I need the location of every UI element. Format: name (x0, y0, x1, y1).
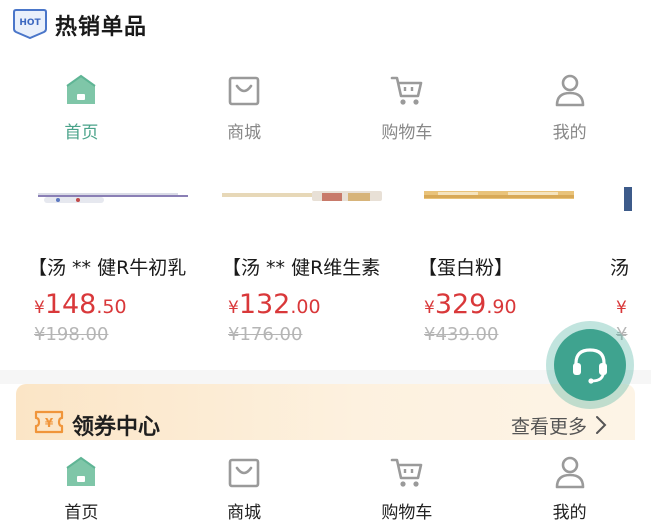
home-icon (66, 456, 96, 486)
product-name: 【蛋白粉】 (418, 257, 514, 279)
tab-label: 首页 (64, 503, 99, 523)
coupon-title: 领券中心 (72, 415, 161, 440)
tab-profile[interactable]: 我的 (488, 60, 651, 145)
product-price: ¥ (616, 298, 627, 318)
product-name: 汤 (610, 257, 630, 279)
tab-label: 商城 (227, 503, 262, 523)
product-image (418, 165, 578, 215)
top-tab-bar: 首页 商城 购物车 我的 (0, 60, 651, 145)
product-original-price: ¥176.00 (228, 324, 303, 345)
product-image (28, 165, 188, 215)
tab-label: 我的 (552, 503, 587, 523)
shopping-bag-icon (228, 458, 260, 488)
view-more-link[interactable]: 查看更多 (511, 412, 607, 439)
shopping-bag-icon (228, 76, 260, 106)
tab-label: 首页 (64, 123, 99, 143)
product-original-price: ¥198.00 (34, 324, 109, 345)
home-icon (66, 74, 96, 104)
svg-text:HOT: HOT (19, 18, 41, 28)
headset-icon (573, 348, 607, 384)
tab-label: 我的 (552, 123, 587, 143)
tab-cart[interactable]: 购物车 (326, 60, 489, 145)
svg-text:¥: ¥ (45, 416, 54, 430)
tab-label: 购物车 (381, 123, 433, 143)
product-image (610, 165, 651, 215)
product-original-price: ¥439.00 (424, 324, 499, 345)
product-card[interactable]: 【汤 ** 健R维生素 ¥132.00 ¥176.00 (222, 165, 412, 365)
chevron-right-icon (596, 416, 607, 434)
coupon-ticket-icon: ¥ (34, 410, 64, 434)
bottom-tab-bar: 首页 商城 购物车 我的 (0, 440, 651, 525)
tab-home[interactable]: 首页 (0, 60, 163, 145)
tab-home[interactable]: 首页 (0, 440, 163, 525)
product-name: 【汤 ** 健R牛初乳 (28, 257, 187, 279)
section-header: HOT 热销单品 (0, 0, 651, 50)
product-image (222, 165, 382, 215)
hot-badge-icon: HOT (13, 9, 47, 39)
cart-icon (390, 76, 423, 105)
tab-mall[interactable]: 商城 (163, 440, 326, 525)
tab-label: 购物车 (381, 503, 433, 523)
product-card[interactable]: 【汤 ** 健R牛初乳 ¥148.50 ¥198.00 (28, 165, 218, 365)
coupon-center-banner[interactable]: ¥ 领券中心 查看更多 (16, 384, 635, 442)
cart-icon (390, 458, 423, 487)
tab-label: 商城 (227, 123, 262, 143)
user-icon (555, 456, 584, 489)
customer-service-button[interactable] (546, 321, 634, 409)
product-price: ¥329.90 (424, 289, 517, 320)
user-icon (555, 74, 584, 107)
product-price: ¥132.00 (228, 289, 321, 320)
product-price: ¥148.50 (34, 289, 127, 320)
tab-mall[interactable]: 商城 (163, 60, 326, 145)
section-title: 热销单品 (55, 15, 148, 40)
tab-cart[interactable]: 购物车 (326, 440, 489, 525)
product-name: 【汤 ** 健R维生素 (222, 257, 381, 279)
tab-profile[interactable]: 我的 (488, 440, 651, 525)
